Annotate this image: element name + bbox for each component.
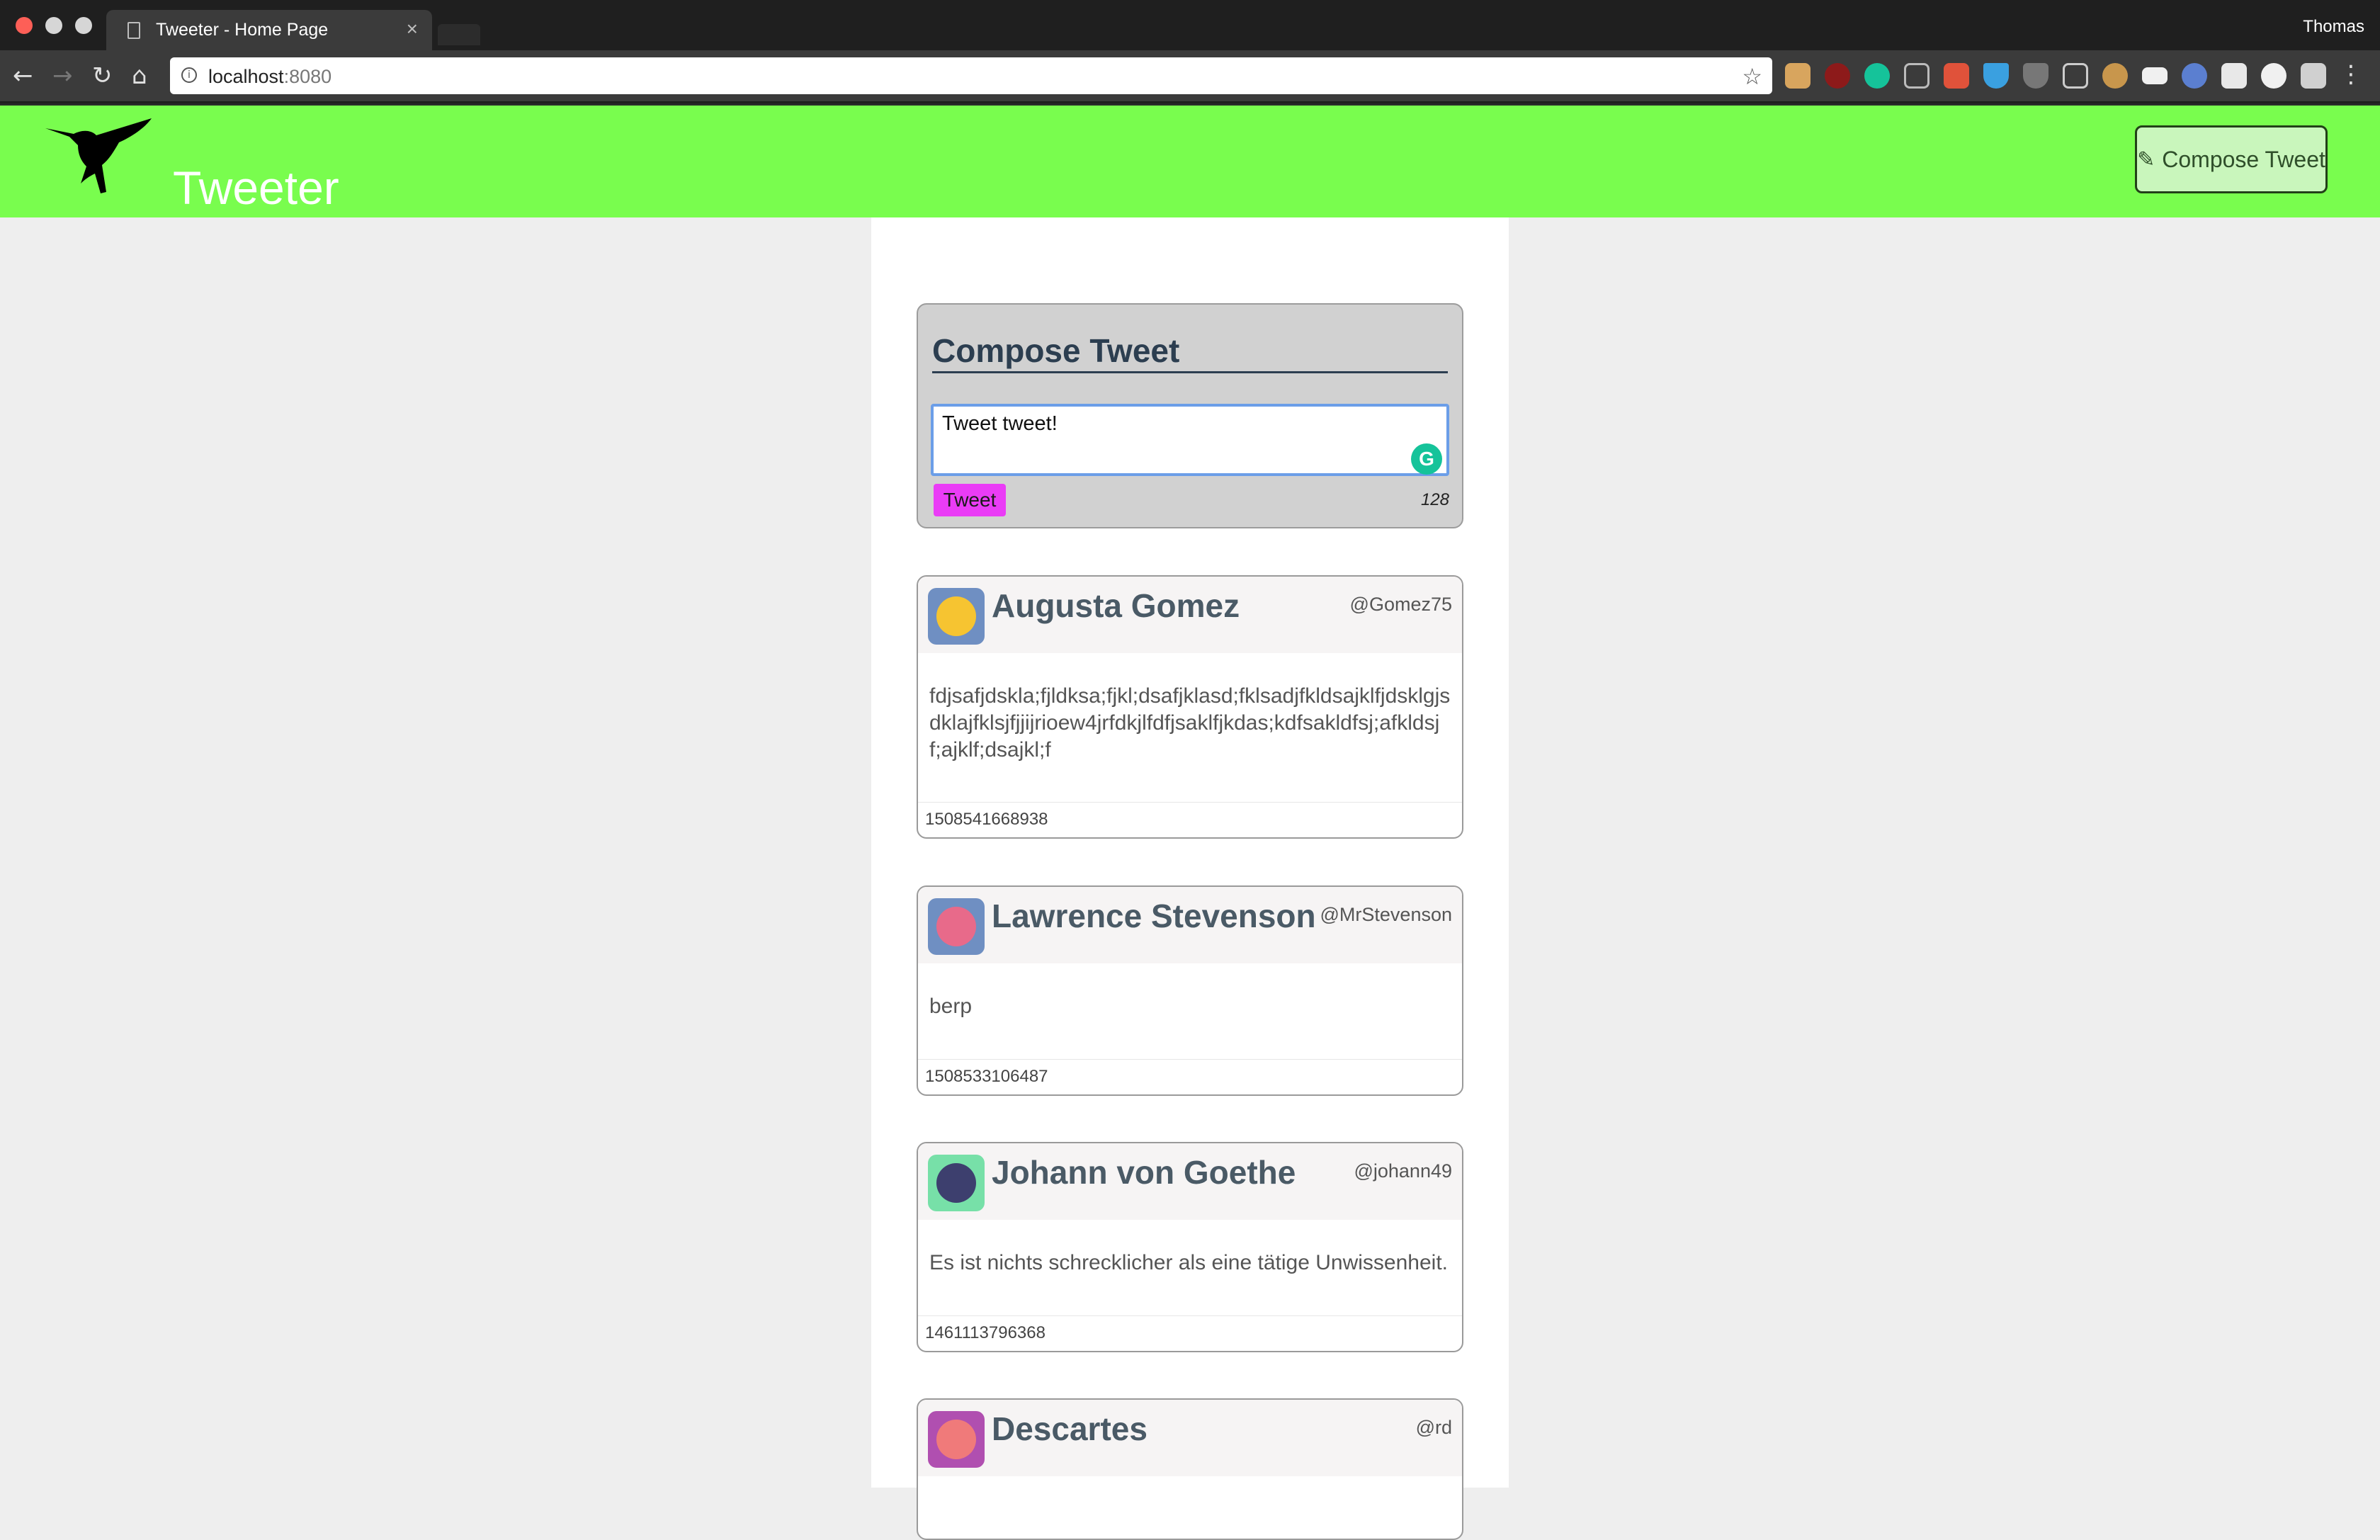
emoji-face-icon xyxy=(936,907,976,946)
hummingbird-logo-icon xyxy=(45,118,152,193)
address-bar[interactable]: i localhost:8080 ☆ xyxy=(170,57,1772,94)
bookmark-star-icon[interactable]: ☆ xyxy=(1742,63,1762,90)
tab-title: Tweeter - Home Page xyxy=(156,20,329,40)
tweet-header: Descartes @rd xyxy=(918,1400,1462,1476)
browser-menu-icon[interactable]: ⋮ xyxy=(2339,60,2363,89)
avatar xyxy=(928,588,985,645)
ublock-icon[interactable] xyxy=(1825,63,1850,89)
grammarly-icon[interactable] xyxy=(1864,63,1890,89)
tweet-footer: 1508541668938 xyxy=(918,802,1462,837)
extension-icon[interactable] xyxy=(2221,63,2247,89)
tweet-author-handle: @Gomez75 xyxy=(1349,594,1452,615)
tweet-author-handle: @johann49 xyxy=(1354,1160,1452,1182)
pocket-icon[interactable] xyxy=(2023,63,2048,89)
home-icon[interactable]: ⌂ xyxy=(132,63,147,89)
avatar xyxy=(928,1411,985,1468)
profile-name[interactable]: Thomas xyxy=(2303,17,2364,37)
url-port: :8080 xyxy=(283,66,332,87)
app-header: Tweeter ✎ Compose Tweet xyxy=(0,106,2380,217)
tweet-timestamp: 1461113796368 xyxy=(925,1323,1046,1342)
tweet-author-name: Augusta Gomez xyxy=(992,587,1240,624)
document-icon xyxy=(128,22,140,39)
tweet-footer: 1461113796368 xyxy=(918,1315,1462,1351)
avatar xyxy=(928,1155,985,1211)
character-counter: 128 xyxy=(1420,490,1449,509)
tweet-content: berp xyxy=(929,995,973,1018)
tweet-card: Descartes @rd xyxy=(917,1398,1463,1540)
extension-icon[interactable] xyxy=(1944,63,1969,89)
extension-icons xyxy=(1785,63,2326,89)
tweet-author-name: Descartes xyxy=(992,1410,1148,1447)
app-title: Tweeter xyxy=(173,162,339,215)
tweet-footer: 1508533106487 xyxy=(918,1059,1462,1094)
back-icon[interactable]: ← xyxy=(13,63,33,89)
tweet-card: Augusta Gomez @Gomez75 fdjsafjdskla;fjld… xyxy=(917,575,1463,839)
tweet-header: Johann von Goethe @johann49 xyxy=(918,1143,1462,1220)
globe-icon[interactable] xyxy=(2182,63,2207,89)
edit-icon: ✎ xyxy=(2137,147,2155,172)
reload-icon[interactable]: ↻ xyxy=(92,63,113,89)
tweet-text-input[interactable]: Tweet tweet! xyxy=(931,404,1449,476)
forward-icon[interactable]: → xyxy=(52,63,73,89)
url-host: localhost xyxy=(208,66,284,87)
tweet-timestamp: 1508541668938 xyxy=(925,810,1048,829)
chat-icon[interactable] xyxy=(2301,63,2326,89)
tweet-content: fdjsafjdskla;fjldksa;fjkl;dsafjklasd;fkl… xyxy=(929,684,1451,761)
compose-tweet-panel: Compose Tweet Tweet tweet! G Tweet 128 xyxy=(917,303,1463,528)
tweet-submit-button[interactable]: Tweet xyxy=(934,484,1006,516)
browser-tab[interactable]: Tweeter - Home Page × xyxy=(106,10,432,50)
emoji-face-icon xyxy=(936,1163,976,1203)
grammarly-icon[interactable]: G xyxy=(1411,443,1442,475)
info-icon[interactable]: i xyxy=(181,67,197,83)
extension-icon[interactable] xyxy=(1785,63,1810,89)
new-tab-button[interactable] xyxy=(438,24,480,45)
tweet-header: Augusta Gomez @Gomez75 xyxy=(918,577,1462,653)
window-icon[interactable] xyxy=(2142,67,2168,84)
emoji-face-icon xyxy=(936,596,976,636)
tweet-content: Es ist nichts schrecklicher als eine tät… xyxy=(929,1251,1448,1274)
tweet-author-handle: @MrStevenson xyxy=(1320,904,1452,925)
compose-tweet-toggle-button[interactable]: ✎ Compose Tweet xyxy=(2135,125,2328,193)
checklist-icon[interactable] xyxy=(2063,63,2088,89)
url-text: localhost:8080 xyxy=(208,66,332,88)
maximize-window-button[interactable] xyxy=(75,17,92,34)
tab-close-icon[interactable]: × xyxy=(407,18,418,40)
tweet-card: Johann von Goethe @johann49 Es ist nicht… xyxy=(917,1142,1463,1352)
browser-toolbar: ← → ↻ ⌂ i localhost:8080 ☆ ⋮ xyxy=(0,50,2380,101)
minimize-window-button[interactable] xyxy=(45,17,62,34)
close-window-button[interactable] xyxy=(16,17,33,34)
circle-icon[interactable] xyxy=(2261,63,2286,89)
emoji-face-icon xyxy=(936,1420,976,1459)
diamond-icon[interactable] xyxy=(1983,63,2009,89)
tweet-header: Lawrence Stevenson @MrStevenson xyxy=(918,887,1462,963)
tweet-author-name: Lawrence Stevenson xyxy=(992,898,1316,934)
browser-titlebar: Tweeter - Home Page × Thomas xyxy=(0,0,2380,50)
compose-toggle-label: Compose Tweet xyxy=(2162,146,2325,172)
avatar xyxy=(928,898,985,955)
tweet-author-name: Johann von Goethe xyxy=(992,1154,1296,1191)
main-column: Compose Tweet Tweet tweet! G Tweet 128 A… xyxy=(871,217,1509,1540)
compose-title: Compose Tweet xyxy=(932,332,1448,373)
cookie-icon[interactable] xyxy=(2102,63,2128,89)
tweet-timestamp: 1508533106487 xyxy=(925,1067,1048,1086)
tweet-card: Lawrence Stevenson @MrStevenson berp 150… xyxy=(917,885,1463,1096)
tweet-author-handle: @rd xyxy=(1415,1417,1452,1438)
glasses-icon[interactable] xyxy=(1904,63,1930,89)
